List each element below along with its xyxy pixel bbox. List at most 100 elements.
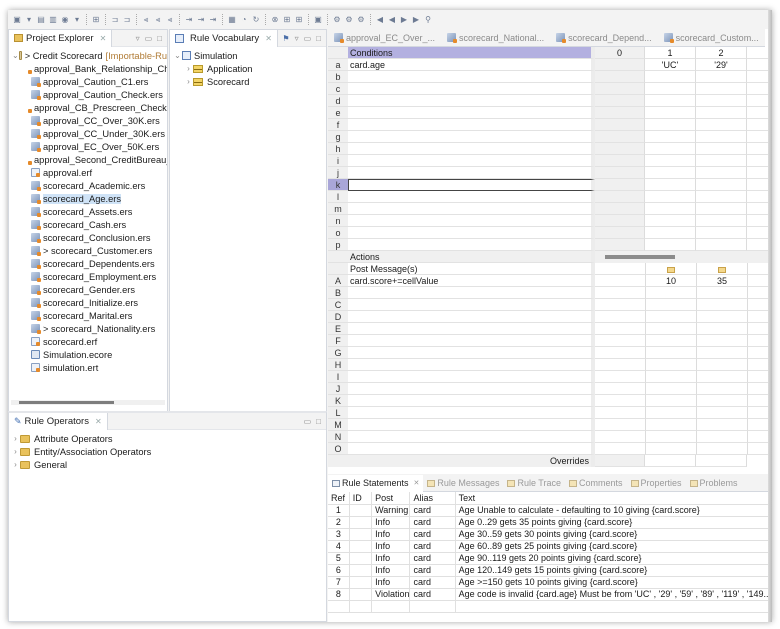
column-header-text[interactable]: Text: [455, 492, 772, 505]
condition-value-cell[interactable]: [696, 131, 747, 143]
export-icon[interactable]: ▣: [313, 15, 323, 25]
action-value-cell[interactable]: [646, 299, 697, 311]
action-value-cell[interactable]: [595, 395, 646, 407]
row-key[interactable]: f: [328, 119, 348, 131]
row-key[interactable]: E: [328, 323, 348, 335]
row-key[interactable]: b: [328, 71, 348, 83]
row-key[interactable]: A: [328, 275, 348, 287]
action-expression-cell[interactable]: [348, 323, 595, 335]
file-item[interactable]: scorecard_Assets.ers: [9, 205, 167, 218]
group2-icon[interactable]: ⊞: [282, 15, 292, 25]
condition-value-cell[interactable]: [595, 131, 645, 143]
condition-value-cell[interactable]: [696, 95, 747, 107]
vocabulary-entity[interactable]: › Application: [170, 62, 326, 75]
action-value-cell[interactable]: [646, 395, 697, 407]
row-key[interactable]: k: [328, 179, 348, 191]
action-expression-cell[interactable]: [348, 335, 595, 347]
row-key[interactable]: n: [328, 215, 348, 227]
file-item[interactable]: scorecard_Cash.ers: [9, 218, 167, 231]
action-expression-cell[interactable]: [348, 383, 595, 395]
save-icon[interactable]: ▤: [36, 15, 46, 25]
action-value-cell[interactable]: [646, 383, 697, 395]
editor-tab[interactable]: approval_EC_Over_...: [328, 29, 441, 47]
bottom-tab[interactable]: Rule Messages: [423, 475, 503, 492]
condition-value-cell[interactable]: [595, 143, 645, 155]
close-icon[interactable]: ✕: [414, 479, 420, 487]
table-row[interactable]: 7 Info card Age >=150 gets 10 points giving…: [328, 576, 772, 589]
editor-tab[interactable]: scorecard_National...: [441, 29, 550, 47]
condition-value-cell[interactable]: 'UC': [645, 59, 696, 71]
action-value-cell[interactable]: [595, 359, 646, 371]
table-row[interactable]: 3 Info card Age 30..59 gets 30 points givin…: [328, 528, 772, 541]
condition-value-cell[interactable]: [696, 227, 747, 239]
condition-expression-cell[interactable]: [348, 95, 595, 107]
chevron-right-icon[interactable]: ›: [11, 460, 20, 469]
horizontal-scrollbar[interactable]: [595, 251, 772, 263]
row-key[interactable]: a: [328, 59, 348, 71]
file-item[interactable]: scorecard_Conclusion.ers: [9, 231, 167, 244]
view-menu-icon[interactable]: ▿: [136, 34, 140, 43]
file-item[interactable]: simulation.ert: [9, 361, 167, 374]
condition-expression-cell[interactable]: [348, 239, 595, 251]
override-cell[interactable]: [595, 455, 645, 467]
column-header[interactable]: 0: [595, 47, 645, 59]
file-item[interactable]: approval_Caution_Check.ers: [9, 88, 167, 101]
action-value-cell[interactable]: [697, 395, 748, 407]
nav-back-icon[interactable]: ◀: [375, 15, 385, 25]
chevron-down-icon[interactable]: ⌄: [173, 51, 182, 60]
action-expression-cell[interactable]: card.score+=cellValue: [348, 275, 595, 287]
condition-value-cell[interactable]: [696, 155, 747, 167]
file-item[interactable]: approval_EC_Over_50K.ers: [9, 140, 167, 153]
table-row[interactable]: 8 Violation card Age code is invalid {card.…: [328, 588, 772, 601]
row-key[interactable]: m: [328, 203, 348, 215]
action-expression-cell[interactable]: [348, 299, 595, 311]
override-cell[interactable]: [696, 455, 747, 467]
chevron-right-icon[interactable]: ›: [184, 64, 193, 73]
condition-expression-cell[interactable]: [348, 191, 595, 203]
action-value-cell[interactable]: [646, 347, 697, 359]
condition-value-cell[interactable]: [645, 167, 696, 179]
condition-expression-cell[interactable]: [348, 119, 595, 131]
table-icon[interactable]: ▦: [227, 15, 237, 25]
operator-category[interactable]: › General: [9, 458, 326, 471]
action-value-cell[interactable]: [697, 443, 748, 455]
condition-value-cell[interactable]: [645, 155, 696, 167]
condition-value-cell[interactable]: [696, 83, 747, 95]
merge2-icon[interactable]: ⫷: [153, 15, 163, 25]
condition-value-cell[interactable]: [645, 227, 696, 239]
condition-value-cell[interactable]: [595, 179, 645, 191]
close-icon[interactable]: ✕: [265, 34, 272, 43]
condition-expression-cell[interactable]: [348, 107, 595, 119]
table-row[interactable]: 6 Info card Age 120..149 gets 15 points giv…: [328, 564, 772, 577]
action-value-cell[interactable]: [646, 359, 697, 371]
condition-value-cell[interactable]: [595, 59, 645, 71]
action-value-cell[interactable]: [697, 311, 748, 323]
row-key[interactable]: C: [328, 299, 348, 311]
condition-value-cell[interactable]: [696, 167, 747, 179]
chevron-right-icon[interactable]: ›: [184, 77, 193, 86]
condition-expression-cell[interactable]: [348, 71, 595, 83]
condition-value-cell[interactable]: [645, 131, 696, 143]
condition-value-cell[interactable]: [645, 95, 696, 107]
new-icon[interactable]: ▣: [12, 15, 22, 25]
file-item[interactable]: approval_Second_CreditBureau_: [9, 153, 167, 166]
condition-value-cell[interactable]: [595, 107, 645, 119]
table-row[interactable]: 2 Info card Age 0..29 gets 35 points giving…: [328, 516, 772, 529]
row-key[interactable]: i: [328, 155, 348, 167]
action-value-cell[interactable]: [646, 335, 697, 347]
action-value-cell[interactable]: 35: [697, 275, 748, 287]
condition-value-cell[interactable]: [645, 179, 696, 191]
file-item[interactable]: scorecard.erf: [9, 335, 167, 348]
vocabulary-root[interactable]: ⌄ Simulation: [170, 49, 326, 62]
scrollbar-thumb[interactable]: [605, 255, 675, 259]
row-key[interactable]: p: [328, 239, 348, 251]
scrollbar-thumb[interactable]: [19, 401, 114, 404]
action-value-cell[interactable]: [595, 383, 646, 395]
row-key[interactable]: F: [328, 335, 348, 347]
table-row[interactable]: 4 Info card Age 60..89 gets 25 points givin…: [328, 540, 772, 553]
action-value-cell[interactable]: [646, 311, 697, 323]
action-expression-cell[interactable]: [348, 311, 595, 323]
condition-value-cell[interactable]: [595, 227, 645, 239]
close-icon[interactable]: ✕: [95, 417, 102, 426]
group3-icon[interactable]: ⊞: [294, 15, 304, 25]
